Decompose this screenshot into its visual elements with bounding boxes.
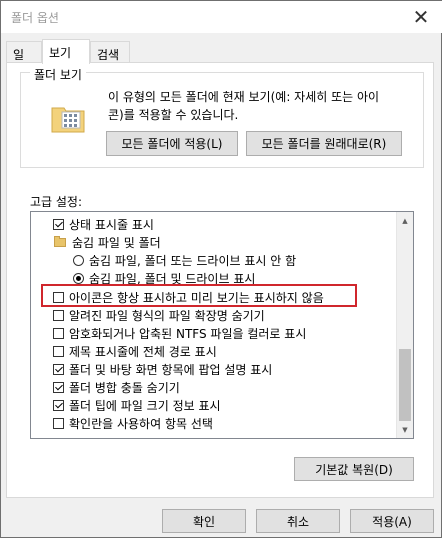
title-bar: 폴더 옵션 ✕: [1, 1, 443, 33]
window-title: 폴더 옵션: [11, 11, 59, 25]
tab-general[interactable]: 일반: [6, 41, 42, 79]
scroll-thumb[interactable]: [399, 349, 411, 421]
folder-view-description: 이 유형의 모든 폴더에 현재 보기(예: 자세히 또는 아이 콘)를 적용할 …: [108, 88, 408, 124]
apply-to-folders-button[interactable]: 모든 폴더에 적용(L): [106, 131, 238, 156]
apply-button[interactable]: 적용(A): [350, 509, 434, 533]
reset-folders-button[interactable]: 모든 폴더를 원래대로(R): [246, 131, 402, 156]
cancel-button[interactable]: 취소: [256, 509, 340, 533]
checkbox[interactable]: [53, 345, 64, 357]
list-item[interactable]: 제목 표시줄에 전체 경로 표시: [53, 342, 217, 360]
restore-defaults-button[interactable]: 기본값 복원(D): [294, 457, 414, 481]
checkbox[interactable]: [53, 363, 64, 375]
close-icon[interactable]: ✕: [399, 1, 443, 33]
ok-button[interactable]: 확인: [162, 509, 246, 533]
checkbox[interactable]: [53, 291, 64, 303]
folder-view-group-title: 폴더 보기: [30, 66, 86, 83]
folder-icon: [54, 235, 66, 247]
list-item[interactable]: 숨김 파일, 폴더 또는 드라이브 표시 안 함: [73, 251, 296, 269]
vertical-scrollbar[interactable]: ▲ ▼: [396, 212, 413, 438]
checkbox[interactable]: [53, 327, 64, 339]
radio-button[interactable]: [73, 254, 84, 266]
tab-search[interactable]: 검색: [90, 41, 130, 63]
description-line-2: 콘)를 적용할 수 있습니다.: [108, 108, 239, 122]
scroll-down-icon[interactable]: ▼: [397, 421, 413, 438]
checkbox[interactable]: [53, 417, 64, 429]
list-item[interactable]: 암호화되거나 압축된 NTFS 파일을 컬러로 표시: [53, 324, 306, 342]
radio-button[interactable]: [73, 272, 84, 284]
list-item[interactable]: 알려진 파일 형식의 파일 확장명 숨기기: [53, 306, 265, 324]
folder-view-icon: [51, 107, 85, 133]
checkbox[interactable]: [53, 381, 64, 393]
checkbox[interactable]: [53, 309, 64, 321]
checkbox[interactable]: [53, 399, 64, 411]
list-item[interactable]: 아이콘은 항상 표시하고 미리 보기는 표시하지 않음: [53, 288, 324, 306]
scroll-up-icon[interactable]: ▲: [397, 212, 413, 229]
tab-view[interactable]: 보기: [42, 39, 90, 64]
advanced-settings-list[interactable]: 상태 표시줄 표시 숨김 파일 및 폴더 숨김 파일, 폴더 또는 드라이브 표…: [30, 211, 414, 439]
list-item[interactable]: 상태 표시줄 표시: [53, 215, 154, 233]
checkbox[interactable]: [53, 218, 64, 230]
list-item[interactable]: 숨김 파일, 폴더 및 드라이브 표시: [73, 269, 255, 287]
list-item[interactable]: 폴더 팁에 파일 크기 정보 표시: [53, 396, 221, 414]
list-item[interactable]: 폴더 병합 충돌 숨기기: [53, 378, 180, 396]
advanced-settings-label: 고급 설정:: [30, 195, 83, 209]
list-item: 숨김 파일 및 폴더: [54, 233, 161, 251]
list-item[interactable]: 폴더 및 바탕 화면 항목에 팝업 설명 표시: [53, 360, 272, 378]
list-item[interactable]: 확인란을 사용하여 항목 선택: [53, 414, 213, 432]
description-line-1: 이 유형의 모든 폴더에 현재 보기(예: 자세히 또는 아이: [108, 90, 380, 104]
